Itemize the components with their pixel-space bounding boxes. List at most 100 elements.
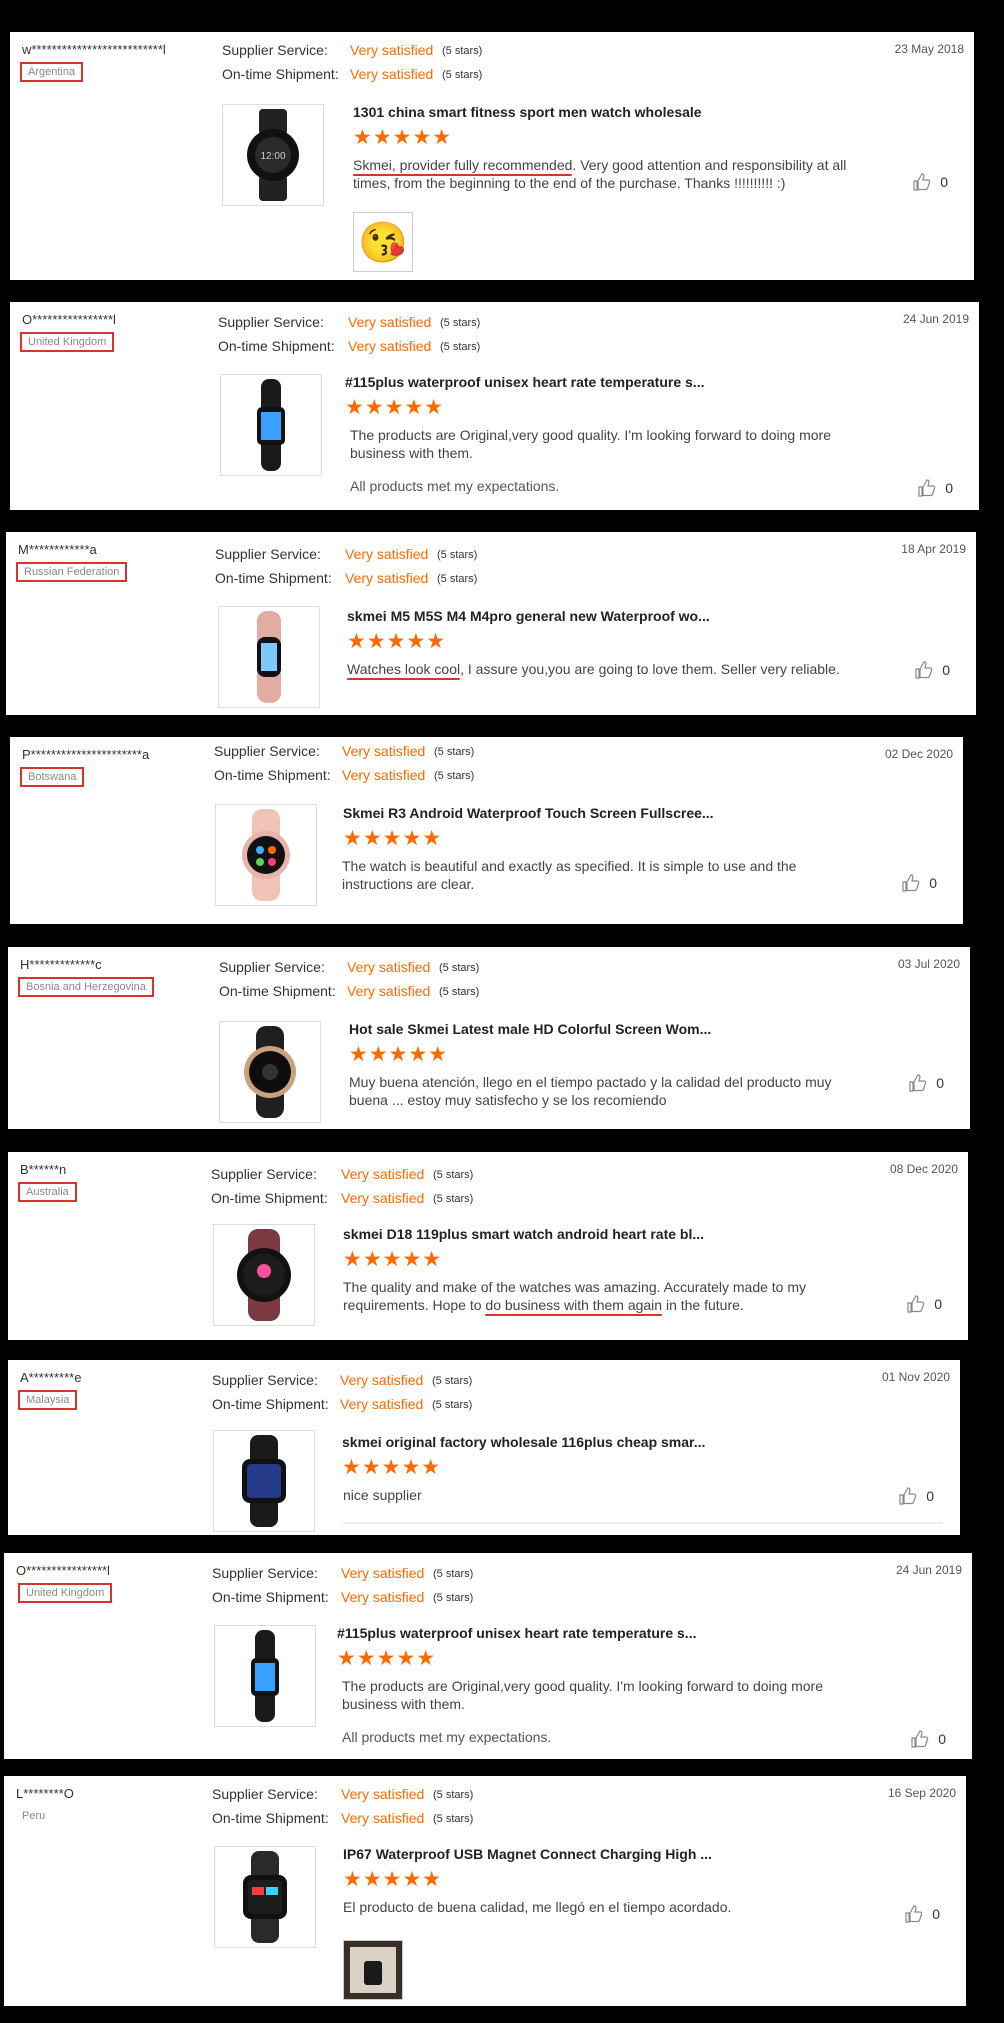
comment-text: The watch is beautiful and exactly as sp… [342, 858, 638, 874]
product-thumbnail[interactable] [213, 1430, 315, 1532]
like-button[interactable]: 0 [904, 1904, 940, 1924]
ontime-shipment-value: Very satisfied [348, 338, 432, 354]
divider [343, 1522, 943, 1524]
supplier-service-stars: (5 stars) [432, 1375, 473, 1387]
supplier-service-stars: (5 stars) [442, 45, 483, 57]
comment-text: The products are Original,very good qual… [342, 1678, 753, 1694]
thumbs-up-icon [913, 173, 931, 191]
rating-stars: ★★★★★ [343, 827, 443, 850]
ontime-shipment-label: On-time Shipment: [218, 338, 335, 354]
reviewer-name: L********O [16, 1786, 74, 1801]
highlighted-text: Watches look cool [347, 661, 461, 677]
product-thumbnail[interactable] [215, 804, 317, 906]
product-thumbnail[interactable] [220, 374, 322, 476]
supplier-service-stars: (5 stars) [440, 317, 481, 329]
thumbs-up-icon [902, 874, 920, 892]
product-thumbnail[interactable]: 12:00 [222, 104, 324, 206]
like-button[interactable]: 0 [901, 873, 937, 893]
supplier-service-value: Very satisfied [350, 42, 434, 58]
review-date: 24 Jun 2019 [895, 1563, 962, 1577]
supplier-service-stars: (5 stars) [439, 962, 480, 974]
supplier-service-value: Very satisfied [341, 1786, 425, 1802]
product-title[interactable]: Hot sale Skmei Latest male HD Colorful S… [349, 1021, 711, 1037]
watch-image [237, 1229, 291, 1321]
review-card: B******n Australia 08 Dec 2020 Supplier … [8, 1152, 968, 1340]
review-date: 18 Apr 2019 [901, 542, 966, 556]
review-comment: El producto de buena calidad, me llegó e… [343, 1898, 848, 1916]
svg-text:12:00: 12:00 [260, 151, 285, 162]
supplier-service-label: Supplier Service: [219, 959, 325, 975]
supplier-service-label: Supplier Service: [214, 743, 320, 759]
supplier-service-value: Very satisfied [341, 1565, 425, 1581]
comment-text: El producto de buena calidad, me llegó e… [343, 1899, 732, 1915]
like-button[interactable]: 0 [917, 478, 953, 498]
product-thumbnail[interactable] [218, 606, 320, 708]
watch-image [244, 1026, 296, 1118]
review-card: L********O Peru 16 Sep 2020 Supplier Ser… [4, 1776, 966, 2006]
like-button[interactable]: 0 [910, 1729, 946, 1749]
rating-stars: ★★★★★ [342, 1456, 442, 1479]
ontime-shipment-label: On-time Shipment: [219, 983, 336, 999]
product-title[interactable]: skmei D18 119plus smart watch android he… [343, 1226, 704, 1242]
thumbs-up-icon [909, 1074, 927, 1092]
product-thumbnail[interactable] [213, 1224, 315, 1326]
review-comment: Watches look cool, I assure you,you are … [347, 660, 907, 678]
watch-image [251, 1630, 279, 1722]
product-thumbnail[interactable] [219, 1021, 321, 1123]
ontime-shipment-label: On-time Shipment: [211, 1190, 328, 1206]
rating-stars: ★★★★★ [349, 1043, 449, 1066]
reviewer-country: Bosnia and Herzegovina [18, 977, 154, 997]
ontime-shipment-stars: (5 stars) [433, 1193, 474, 1205]
like-count: 0 [936, 1075, 944, 1091]
supplier-service-value: Very satisfied [342, 743, 426, 759]
supplier-service-label: Supplier Service: [211, 1166, 317, 1182]
like-button[interactable]: 0 [898, 1486, 934, 1506]
product-title[interactable]: skmei M5 M5S M4 M4pro general new Waterp… [347, 608, 710, 624]
watch-image [242, 809, 290, 901]
review-attachment[interactable] [343, 1940, 403, 2000]
review-card: O****************l United Kingdom 24 Jun… [10, 302, 979, 510]
ontime-shipment-value: Very satisfied [341, 1589, 425, 1605]
supplier-service-value: Very satisfied [340, 1372, 424, 1388]
thumbs-up-icon [915, 661, 933, 679]
ontime-shipment-label: On-time Shipment: [214, 767, 331, 783]
like-button[interactable]: 0 [914, 660, 950, 680]
like-button[interactable]: 0 [912, 172, 948, 192]
supplier-service-value: Very satisfied [345, 546, 429, 562]
review-additional-text: All products met my expectations. [350, 478, 560, 494]
like-count: 0 [929, 875, 937, 891]
ontime-shipment-stars: (5 stars) [442, 69, 483, 81]
product-thumbnail[interactable] [214, 1625, 316, 1727]
supplier-service-label: Supplier Service: [212, 1786, 318, 1802]
review-comment: The quality and make of the watches was … [343, 1278, 848, 1314]
reviewer-name: B******n [20, 1162, 67, 1177]
like-button[interactable]: 0 [906, 1294, 942, 1314]
product-title[interactable]: #115plus waterproof unisex heart rate te… [337, 1625, 696, 1641]
supplier-service-label: Supplier Service: [212, 1565, 318, 1581]
product-title[interactable]: Skmei R3 Android Waterproof Touch Screen… [343, 805, 714, 821]
product-title[interactable]: #115plus waterproof unisex heart rate te… [345, 374, 704, 390]
ontime-shipment-value: Very satisfied [347, 983, 431, 999]
review-card: H*************c Bosnia and Herzegovina 0… [8, 947, 970, 1129]
watch-image [257, 611, 281, 703]
ontime-shipment-label: On-time Shipment: [212, 1810, 329, 1826]
comment-text: , I assure you,you are going to love the… [460, 661, 840, 677]
comment-text: nice supplier [343, 1487, 422, 1503]
watch-image [242, 1435, 286, 1527]
product-thumbnail[interactable] [214, 1846, 316, 1948]
product-title[interactable]: IP67 Waterproof USB Magnet Connect Charg… [343, 1846, 712, 1862]
product-title[interactable]: skmei original factory wholesale 116plus… [342, 1434, 705, 1450]
rating-stars: ★★★★★ [337, 1647, 437, 1670]
kissing-emoji-icon: 😘 [358, 220, 408, 265]
review-comment: Skmei, provider fully recommended. Very … [353, 156, 858, 192]
review-comment: The watch is beautiful and exactly as sp… [342, 857, 847, 893]
like-count: 0 [932, 1906, 940, 1922]
ontime-shipment-stars: (5 stars) [440, 341, 481, 353]
like-button[interactable]: 0 [908, 1073, 944, 1093]
supplier-service-value: Very satisfied [347, 959, 431, 975]
review-attachment[interactable]: 😘 [353, 212, 413, 272]
product-title[interactable]: 1301 china smart fitness sport men watch… [353, 104, 702, 120]
thumbs-up-icon [899, 1487, 917, 1505]
reviewer-country: Peru [22, 1810, 46, 1822]
supplier-service-label: Supplier Service: [222, 42, 328, 58]
